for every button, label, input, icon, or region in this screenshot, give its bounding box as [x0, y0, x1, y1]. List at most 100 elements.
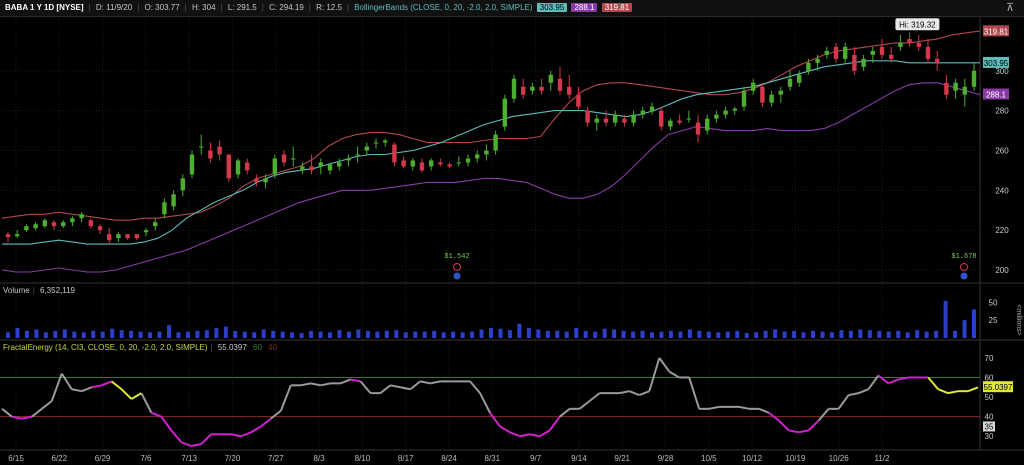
- candle-body: [153, 222, 158, 227]
- fe-line-segment: [688, 377, 701, 410]
- upper-band-value: 319.81: [601, 3, 633, 12]
- candle-body: [741, 90, 747, 107]
- fe-tick-label: 30: [985, 432, 994, 441]
- lower-band-line: [1, 82, 981, 273]
- candle-body: [364, 146, 369, 151]
- candle-body: [521, 86, 526, 95]
- candle-body: [438, 162, 443, 165]
- volume-bar: [725, 331, 730, 338]
- candle-body: [475, 154, 480, 159]
- volume-bar: [328, 332, 332, 338]
- dividend-icon: [960, 272, 968, 280]
- volume-bar: [716, 332, 721, 338]
- zoom-icon[interactable]: ⊼: [1004, 2, 1016, 14]
- x-tick-label: 6/22: [52, 454, 68, 463]
- chart-canvas[interactable]: 6/15 6/22 6/29 7/6 7/13 7/20 7/27 8/3 8/10 8/17 8/…: [0, 0, 1024, 465]
- fe-line-segment: [430, 380, 441, 385]
- mid-band-value: 303.95: [536, 3, 568, 12]
- volume-bar: [678, 331, 683, 338]
- candle-body: [760, 86, 765, 103]
- fe-line-segment: [200, 433, 212, 445]
- volume-bar: [668, 330, 673, 338]
- volume-bar: [15, 328, 20, 338]
- earnings-icon: [960, 263, 968, 271]
- candle-body: [465, 158, 471, 163]
- volume-label[interactable]: Volume: [3, 286, 30, 295]
- dividend-icon: [453, 272, 461, 280]
- volume-bar: [564, 331, 569, 338]
- fe-line-segment: [379, 384, 392, 394]
- fe-current-label: 55.0397: [984, 383, 1013, 392]
- volume-bar: [346, 331, 351, 338]
- candle-body: [456, 162, 461, 164]
- volume-bar: [801, 332, 806, 338]
- volume-bar: [242, 331, 247, 338]
- candle-body: [24, 226, 29, 231]
- volume-bar: [782, 331, 787, 338]
- date-value: D: 11/9/20: [95, 3, 133, 12]
- volume-bar: [460, 332, 465, 338]
- volume-bar: [81, 332, 86, 338]
- fe-line-segment: [559, 408, 571, 418]
- x-tick-label: 7/13: [181, 454, 197, 463]
- study-label[interactable]: BollingerBands (CLOSE, 0, 20, -2.0, 2.0,…: [354, 3, 532, 12]
- fe-line-segment: [499, 425, 511, 434]
- volume-bar: [536, 329, 541, 338]
- candle-body: [5, 234, 11, 238]
- fe-line-segment: [359, 380, 372, 394]
- candle-body: [935, 58, 940, 63]
- lower-band-tag: 288.1: [986, 91, 1007, 100]
- fe-line-segment: [807, 419, 820, 432]
- x-tick-label: 11/2: [875, 454, 891, 463]
- candle-body: [659, 110, 664, 127]
- volume-bar: [375, 331, 380, 338]
- volume-bar: [204, 330, 209, 338]
- volume-bar: [858, 329, 863, 338]
- x-tick-label: 9/28: [658, 454, 674, 463]
- volume-bar: [337, 330, 342, 338]
- candle-body: [511, 78, 517, 99]
- candle-body: [815, 58, 820, 63]
- volume-bar: [271, 330, 276, 338]
- volume-bar: [650, 332, 654, 338]
- fe-line-segment: [639, 390, 650, 397]
- fe-line-segment: [848, 392, 859, 397]
- lower-band-value: 288.1: [571, 3, 598, 12]
- volume-bar: [792, 330, 797, 338]
- candle-body: [346, 158, 351, 161]
- volume-bar: [252, 332, 257, 338]
- x-tick-label: 10/12: [742, 454, 763, 463]
- volume-bar: [413, 331, 418, 338]
- candle-body: [134, 234, 139, 239]
- open-value: O: 303.77: [144, 3, 180, 12]
- volume-bar: [953, 330, 958, 338]
- candle-body: [116, 234, 121, 239]
- volume-bar: [318, 331, 323, 338]
- volume-bar: [811, 330, 815, 338]
- volume-bar: [185, 331, 190, 338]
- candle-body: [944, 82, 949, 95]
- fe-line-segment: [629, 390, 640, 397]
- volume-tick-label: 50: [989, 298, 998, 307]
- volume-bar: [167, 325, 171, 338]
- fractal-label[interactable]: FractalEnergy (14, CI3, CLOSE, 0, 20, -2…: [3, 343, 208, 352]
- volume-unit-label: <millions>: [1015, 304, 1022, 336]
- volume-bar: [148, 332, 153, 338]
- candle-body: [125, 234, 130, 239]
- x-tick-label: 9/21: [614, 454, 630, 463]
- volume-bar: [763, 330, 768, 338]
- volume-bar: [574, 328, 579, 338]
- fe-line-segment: [788, 429, 799, 434]
- close-value: C: 294.19: [269, 3, 304, 12]
- fe-line-segment: [120, 388, 133, 400]
- fe-line-segment: [967, 386, 979, 393]
- volume-bar: [384, 330, 389, 338]
- symbol-label[interactable]: BABA 1 Y 1D [NYSE]: [5, 3, 84, 12]
- x-tick-label: 10/5: [701, 454, 717, 463]
- candle-body: [787, 78, 793, 87]
- candle-body: [806, 62, 811, 71]
- candle-body: [576, 94, 581, 107]
- candle-body: [971, 70, 977, 87]
- candle-body: [557, 78, 563, 91]
- x-tick-label: 9/14: [571, 454, 587, 463]
